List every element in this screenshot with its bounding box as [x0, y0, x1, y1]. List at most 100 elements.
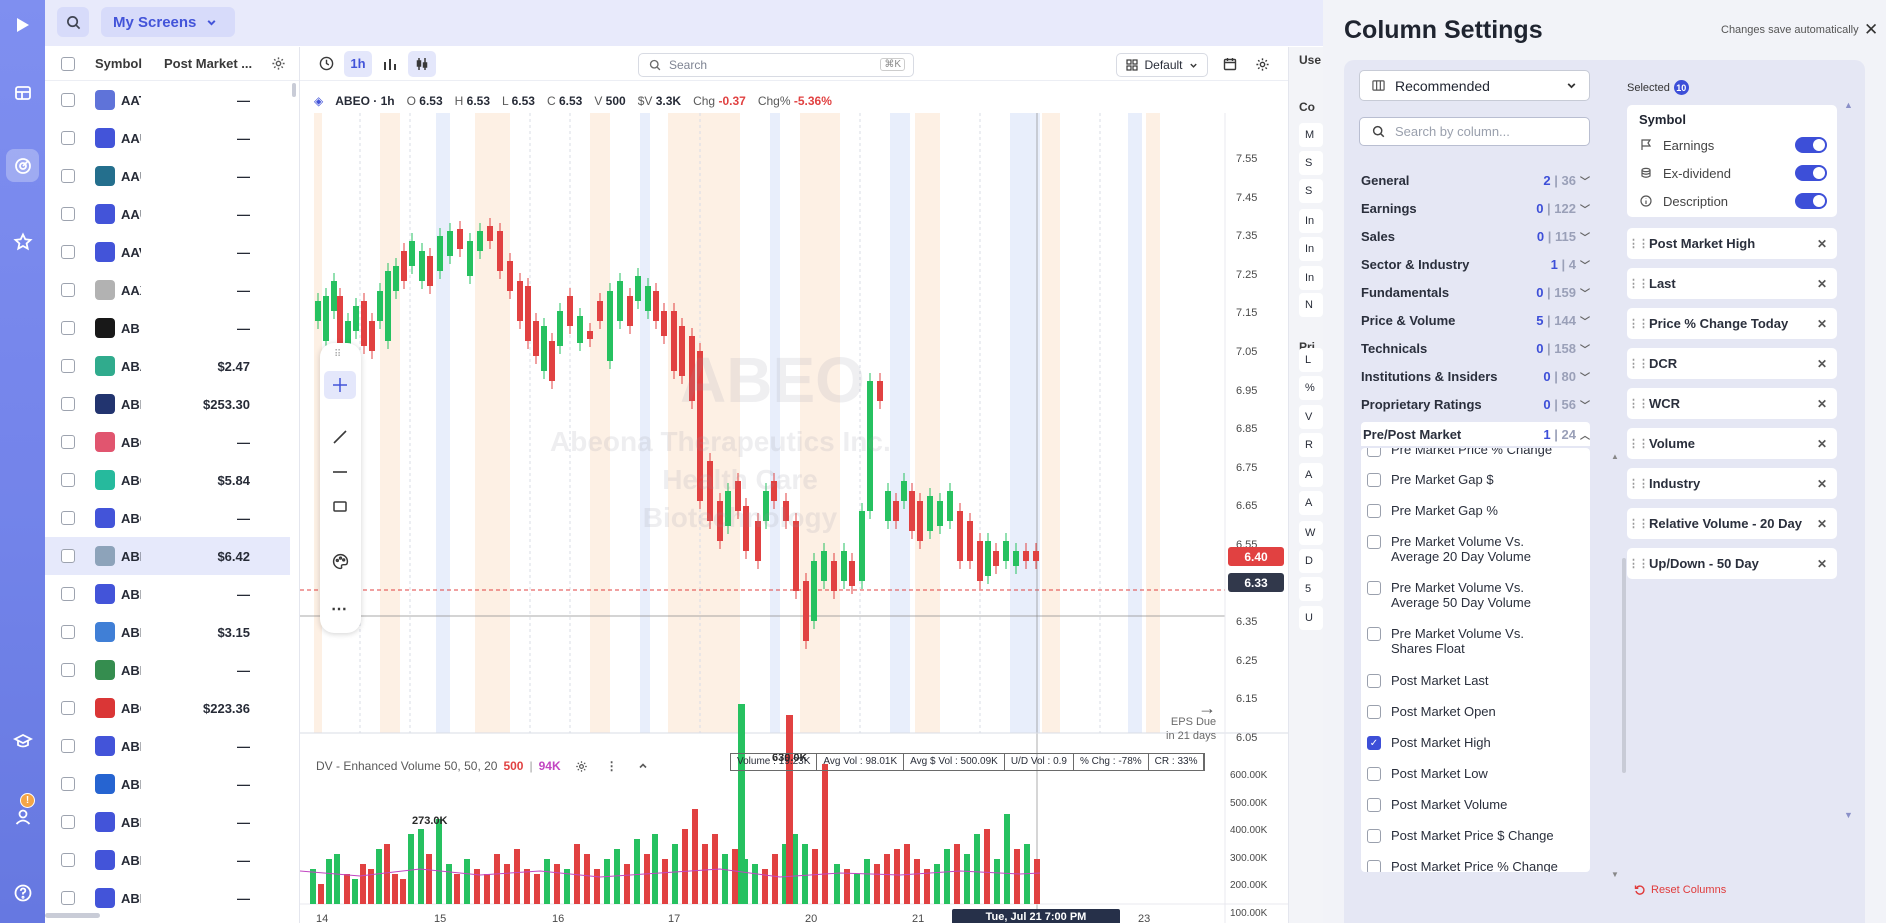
description-toggle[interactable] [1795, 193, 1827, 209]
scroll-down-icon[interactable]: ▼ [1844, 810, 1853, 820]
remove-column-icon[interactable]: ✕ [1817, 357, 1827, 371]
column-option-checkbox[interactable] [1367, 627, 1381, 641]
drag-handle-icon[interactable]: ⋮⋮ [1627, 317, 1649, 330]
selected-column-item[interactable]: ⋮⋮ Price % Change Today ✕ [1627, 308, 1837, 339]
category-row[interactable]: Institutions & Insiders 0 | 80 ﹀ [1361, 364, 1590, 388]
chevron-down-icon: ﹀ [1580, 400, 1590, 412]
column-option-checkbox[interactable] [1367, 829, 1381, 843]
column-option-checkbox[interactable] [1367, 860, 1381, 872]
scroll-up-icon[interactable]: ▲ [1844, 100, 1853, 110]
column-option[interactable]: Post Market Last [1361, 673, 1561, 688]
category-count: 0 | 159 [1536, 285, 1576, 300]
category-total-count: 24 [1561, 426, 1576, 442]
selected-column-item[interactable]: ⋮⋮ Post Market High ✕ [1627, 228, 1837, 259]
selected-column-item[interactable]: ⋮⋮ Industry ✕ [1627, 468, 1837, 499]
drag-handle-icon[interactable]: ⋮⋮ [1627, 437, 1649, 450]
category-name: Sector & Industry [1361, 256, 1470, 272]
scroll-up-icon[interactable]: ▲ [1611, 452, 1619, 461]
column-option-checkbox[interactable] [1367, 535, 1381, 549]
category-row[interactable]: Pre/Post Market 1 | 24 ︿ [1361, 422, 1590, 446]
selected-column-item[interactable]: ⋮⋮ Last ✕ [1627, 268, 1837, 299]
selected-column-item[interactable]: ⋮⋮ WCR ✕ [1627, 388, 1837, 419]
column-option-label: Pre Market Volume Vs. Average 20 Day Vol… [1391, 534, 1531, 564]
category-total-count: 144 [1554, 312, 1576, 328]
category-name: Technicals [1361, 340, 1428, 356]
remove-column-icon[interactable]: ✕ [1817, 517, 1827, 531]
symbol-column-card: Symbol Earnings Ex-dividend Description [1627, 105, 1837, 217]
description-toggle-row: Description [1639, 191, 1827, 211]
column-option-checkbox[interactable]: ✓ [1367, 736, 1381, 750]
chevron-down-icon: ﹀ [1580, 176, 1590, 188]
scroll-down-icon[interactable]: ▼ [1611, 870, 1619, 879]
search-icon [1372, 125, 1385, 138]
column-option-label: Post Market Price $ Change [1391, 828, 1554, 843]
reset-columns-button[interactable]: Reset Columns [1634, 884, 1726, 896]
column-option-label: Pre Market Volume Vs. Average 50 Day Vol… [1391, 580, 1531, 610]
remove-column-icon[interactable]: ✕ [1817, 397, 1827, 411]
column-option-checkbox[interactable] [1367, 473, 1381, 487]
column-option-checkbox[interactable] [1367, 674, 1381, 688]
column-option[interactable]: Pre Market Price % Change [1361, 448, 1561, 457]
column-option-checkbox[interactable] [1367, 705, 1381, 719]
selected-column-item[interactable]: ⋮⋮ Volume ✕ [1627, 428, 1837, 459]
drag-handle-icon[interactable]: ⋮⋮ [1627, 357, 1649, 370]
selected-column-label: Relative Volume - 20 Day [1649, 516, 1802, 531]
column-option[interactable]: Post Market Low [1361, 766, 1561, 781]
drag-handle-icon[interactable]: ⋮⋮ [1627, 477, 1649, 490]
category-row[interactable]: Price & Volume 5 | 144 ﹀ [1361, 308, 1590, 332]
column-option-label: Post Market Open [1391, 704, 1496, 719]
column-option[interactable]: Pre Market Gap $ [1361, 472, 1561, 487]
selected-column-item[interactable]: ⋮⋮ DCR ✕ [1627, 348, 1837, 379]
column-option[interactable]: Post Market Open [1361, 704, 1561, 719]
column-option[interactable]: Pre Market Volume Vs. Average 50 Day Vol… [1361, 580, 1561, 610]
selected-column-label: WCR [1649, 396, 1681, 411]
column-search-placeholder: Search by column... [1395, 124, 1510, 139]
category-row[interactable]: General 2 | 36 ﹀ [1361, 168, 1590, 192]
remove-column-icon[interactable]: ✕ [1817, 277, 1827, 291]
column-option-checkbox[interactable] [1367, 504, 1381, 518]
column-search-input[interactable]: Search by column... [1359, 117, 1590, 146]
drag-handle-icon[interactable]: ⋮⋮ [1627, 277, 1649, 290]
category-row[interactable]: Earnings 0 | 122 ﹀ [1361, 196, 1590, 220]
remove-column-icon[interactable]: ✕ [1817, 557, 1827, 571]
selected-column-label: Volume [1649, 436, 1695, 451]
column-option[interactable]: Post Market Price $ Change [1361, 828, 1561, 843]
selected-column-item[interactable]: ⋮⋮ Up/Down - 50 Day ✕ [1627, 548, 1837, 579]
remove-column-icon[interactable]: ✕ [1817, 477, 1827, 491]
preset-dropdown[interactable]: Recommended [1359, 70, 1590, 101]
selected-header: Selected 10 [1627, 80, 1689, 95]
column-option[interactable]: ✓ Post Market High [1361, 735, 1561, 750]
category-row[interactable]: Proprietary Ratings 0 | 56 ﹀ [1361, 392, 1590, 416]
category-row[interactable]: Technicals 0 | 158 ﹀ [1361, 336, 1590, 360]
count-separator: | [1543, 312, 1555, 328]
selected-column-item[interactable]: ⋮⋮ Relative Volume - 20 Day ✕ [1627, 508, 1837, 539]
column-option[interactable]: Pre Market Gap % [1361, 503, 1561, 518]
options-scrollbar[interactable] [1622, 558, 1626, 773]
column-option[interactable]: Pre Market Volume Vs. Shares Float [1361, 626, 1561, 656]
drag-handle-icon[interactable]: ⋮⋮ [1627, 397, 1649, 410]
column-option-checkbox[interactable] [1367, 798, 1381, 812]
drag-handle-icon[interactable]: ⋮⋮ [1627, 517, 1649, 530]
ex-dividend-toggle[interactable] [1795, 165, 1827, 181]
category-row[interactable]: Sector & Industry 1 | 4 ﹀ [1361, 252, 1590, 276]
info-icon [1639, 194, 1653, 208]
close-icon[interactable]: ✕ [1864, 20, 1878, 40]
modal-backdrop[interactable] [0, 0, 1323, 923]
column-option[interactable]: Post Market Price % Change [1361, 859, 1561, 872]
remove-column-icon[interactable]: ✕ [1817, 237, 1827, 251]
category-total-count: 115 [1555, 228, 1576, 244]
column-option-checkbox[interactable] [1367, 448, 1381, 457]
column-option-checkbox[interactable] [1367, 767, 1381, 781]
remove-column-icon[interactable]: ✕ [1817, 317, 1827, 331]
category-total-count: 56 [1561, 396, 1576, 412]
column-option-checkbox[interactable] [1367, 581, 1381, 595]
remove-column-icon[interactable]: ✕ [1817, 437, 1827, 451]
column-option[interactable]: Post Market Volume [1361, 797, 1561, 812]
category-row[interactable]: Sales 0 | 115 ﹀ [1361, 224, 1590, 248]
column-option[interactable]: Pre Market Volume Vs. Average 20 Day Vol… [1361, 534, 1561, 564]
category-row[interactable]: Fundamentals 0 | 159 ﹀ [1361, 280, 1590, 304]
drag-handle-icon[interactable]: ⋮⋮ [1627, 557, 1649, 570]
earnings-toggle[interactable] [1795, 137, 1827, 153]
column-option-label: Pre Market Gap % [1391, 503, 1498, 518]
drag-handle-icon[interactable]: ⋮⋮ [1627, 237, 1649, 250]
